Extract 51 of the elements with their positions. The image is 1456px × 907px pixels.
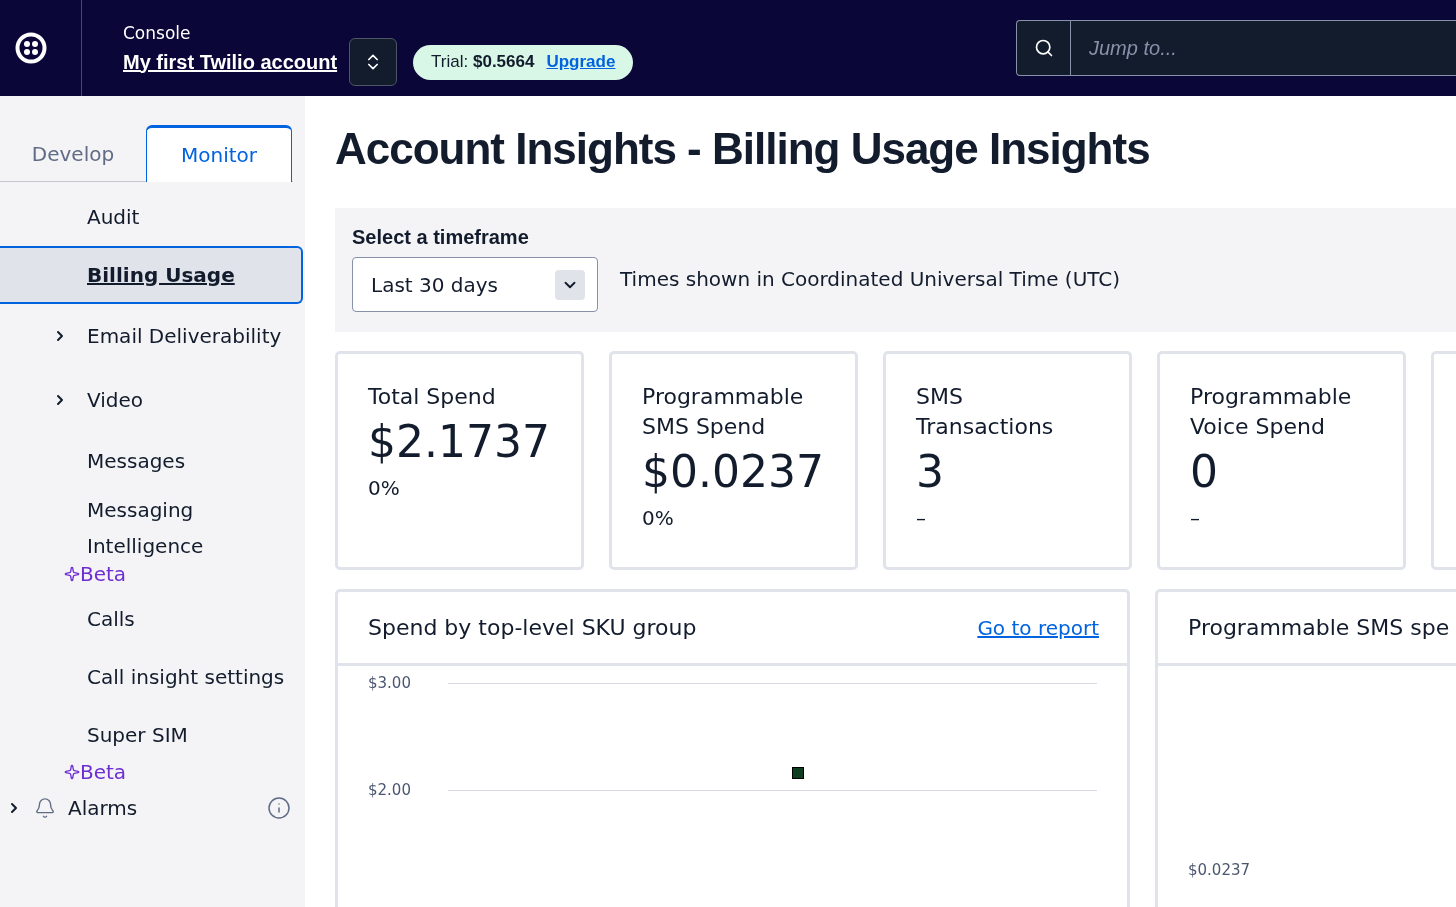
nav-item[interactable]: Email Deliverability xyxy=(87,318,282,354)
sparkle-icon xyxy=(64,764,80,780)
nav-item[interactable]: Super SIM xyxy=(87,717,188,753)
search-box[interactable]: Jump to... xyxy=(1016,20,1456,76)
nav-item[interactable]: Call insight settings xyxy=(87,659,285,695)
beta-label: Beta xyxy=(80,760,127,784)
chart-title: Spend by top-level SKU group xyxy=(368,615,697,640)
nav-item[interactable]: Messaging Intelligence xyxy=(87,492,301,564)
stat-value: $2.1737 xyxy=(368,415,551,469)
stat-change: – xyxy=(916,506,927,530)
stat-value: 0 xyxy=(1190,445,1219,499)
beta-label: Beta xyxy=(80,562,127,586)
axis-tick: $3.00 xyxy=(368,674,412,692)
nav-item[interactable]: Billing Usage xyxy=(87,257,235,293)
nav-item[interactable]: Alarms xyxy=(68,796,138,820)
trial-balance: Trial: $0.5664 xyxy=(431,52,535,72)
nav-item[interactable]: Audit xyxy=(87,199,140,235)
nav-item[interactable]: Calls xyxy=(87,601,135,637)
search-icon xyxy=(1033,38,1054,58)
chevron-down-icon xyxy=(555,269,585,300)
chart-title: Programmable SMS spe xyxy=(1188,615,1450,640)
nav-item[interactable]: Messages xyxy=(87,443,186,479)
account-switcher-button[interactable] xyxy=(349,38,398,86)
logo-icon[interactable] xyxy=(14,32,47,64)
console-label: Console xyxy=(123,22,192,43)
nav-item[interactable]: Video xyxy=(87,382,144,418)
timeframe-label: Select a timeframe xyxy=(352,226,530,249)
bell-icon xyxy=(34,797,56,819)
stat-change: 0% xyxy=(642,506,675,530)
stat-title: SMS Transactions xyxy=(916,383,1055,441)
upgrade-link[interactable]: Upgrade xyxy=(546,52,616,72)
sparkle-icon xyxy=(64,566,80,582)
axis-tick: $0.0237 xyxy=(1188,861,1252,879)
axis-tick: $2.00 xyxy=(368,781,412,799)
stat-value: 3 xyxy=(916,445,945,499)
page-title: Account Insights - Billing Usage Insights xyxy=(335,124,1151,174)
stat-title: Total Spend xyxy=(368,383,497,411)
data-point xyxy=(792,766,804,779)
stat-change: – xyxy=(1190,506,1201,530)
timezone-note: Times shown in Coordinated Universal Time (UTC) xyxy=(620,266,1121,291)
account-name-link[interactable]: My first Twilio account xyxy=(123,50,338,74)
report-link[interactable]: Go to report xyxy=(977,615,1099,640)
timeframe-select[interactable]: Last 30 days xyxy=(352,257,598,312)
stat-change: 0% xyxy=(368,476,401,500)
info-icon[interactable] xyxy=(267,796,291,820)
stat-title: Programmable Voice Spend xyxy=(1190,383,1353,441)
sidebar-tab[interactable]: Develop xyxy=(0,125,146,182)
stat-value: $0.0237 xyxy=(642,445,825,499)
search-field[interactable]: Jump to... xyxy=(1071,21,1456,75)
stat-title: Programmable SMS Spend xyxy=(642,383,805,441)
sidebar-tab[interactable]: Monitor xyxy=(146,125,292,182)
